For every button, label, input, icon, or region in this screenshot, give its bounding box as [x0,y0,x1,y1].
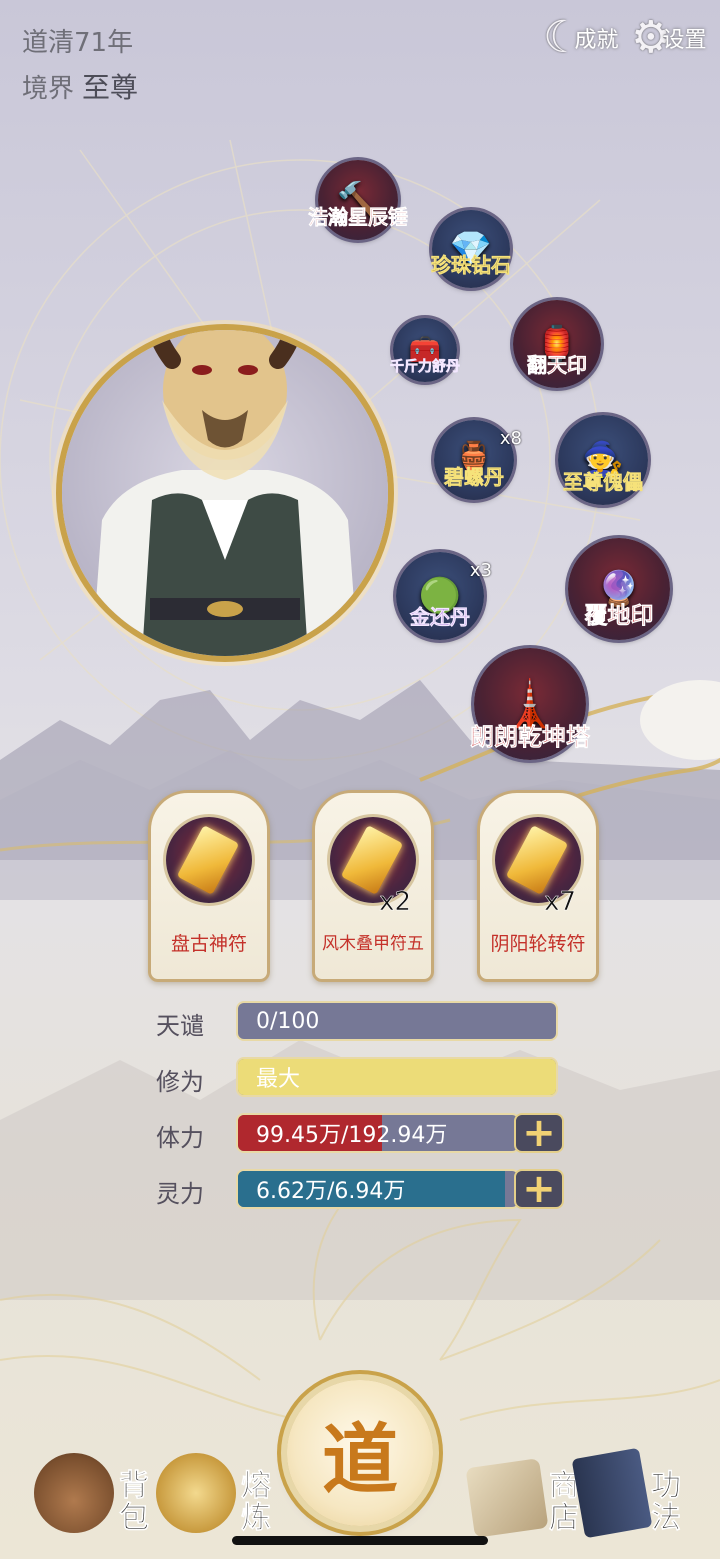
nav-shop[interactable]: 商店 [465,1458,582,1538]
stat-label-lingli: 灵力 [156,1180,204,1208]
tianqian-value: 0/100 [256,1008,320,1034]
equip-jinhuan-pill[interactable]: 🟢 x3 金还丹 [396,552,492,640]
talisman-name: 风木叠甲符五 [322,934,424,954]
character-portrait[interactable] [62,330,388,656]
talisman-card[interactable]: x7 阴阳轮转符 [477,790,599,982]
stat-label-xiuwei: 修为 [156,1068,204,1096]
realm-value: 至尊 [82,71,139,104]
nav-forge[interactable]: 熔炼 [156,1453,274,1533]
xiuwei-bar: 最大 [236,1057,558,1097]
equip-qiankun-pagoda[interactable]: 🗼 朗朗乾坤塔 [470,648,590,760]
item-count: x8 [499,428,522,449]
equip-fudi-seal[interactable]: 🔮 覆地印 [568,538,670,640]
talisman-card[interactable]: 盘古神符 [148,790,270,982]
add-lingli-button[interactable]: + [514,1169,564,1209]
xiuwei-value: 最大 [256,1067,301,1092]
stat-label-tili: 体力 [156,1124,204,1152]
forge-icon [156,1453,236,1533]
equip-fantian-seal[interactable]: 🏮 翻天印 [513,300,601,388]
character-illustration [92,330,358,656]
dao-label: 道 [322,1415,398,1504]
year-text: 道清71年 [22,28,134,58]
nav-forge-label: 熔炼 [235,1469,271,1534]
nav-bag[interactable]: 背包 [34,1453,152,1533]
nav-technique[interactable]: 功法 [571,1447,684,1539]
realm-row: 境界 至尊 [22,66,138,106]
dao-button[interactable]: 道 [287,1380,433,1526]
equip-supreme-puppet[interactable]: 🧙 至尊傀儡 [558,415,648,505]
bag-icon [34,1453,114,1533]
talisman-count: x7 [544,887,576,918]
settings-label: 设置 [662,27,707,53]
tili-bar: 99.45万/192.94万 [236,1113,520,1153]
talisman-count: x2 [379,887,411,918]
realm-label: 境界 [22,74,75,104]
book-icon [571,1447,653,1539]
scroll-map-icon [465,1458,549,1538]
talisman-name: 阴阳轮转符 [490,933,586,955]
equip-hammer[interactable]: 🔨 浩瀚星辰锤 [308,160,408,240]
stat-label-tianqian: 天谴 [156,1012,204,1040]
plus-icon: + [522,1166,556,1212]
talisman-name: 盘古神符 [170,933,247,955]
equip-pearl-diamond[interactable]: 💎 珍珠钻石 [431,210,511,288]
item-count: x3 [469,560,492,581]
nav-bag-label: 背包 [113,1469,149,1534]
home-indicator[interactable] [232,1536,488,1545]
equip-qianjin-pill[interactable]: 🧰 千斤力舒丹 [390,318,460,382]
talisman-card[interactable]: x2 风木叠甲符五 [312,790,434,982]
tianqian-bar: 0/100 [236,1001,558,1041]
equip-biluo-pill[interactable]: 🏺 x8 碧螺丹 [434,420,522,500]
add-tili-button[interactable]: + [514,1113,564,1153]
tili-value: 99.45万/192.94万 [256,1123,448,1148]
settings-button[interactable]: ⚙ 设置 [631,12,706,63]
plus-icon: + [522,1110,556,1156]
achievement-label: 成就 [574,27,619,53]
lingli-value: 6.62万/6.94万 [256,1179,406,1204]
talisman-icon [166,817,252,903]
achievement-button[interactable]: ☾ 成就 [543,12,618,63]
lingli-bar: 6.62万/6.94万 [236,1169,520,1209]
